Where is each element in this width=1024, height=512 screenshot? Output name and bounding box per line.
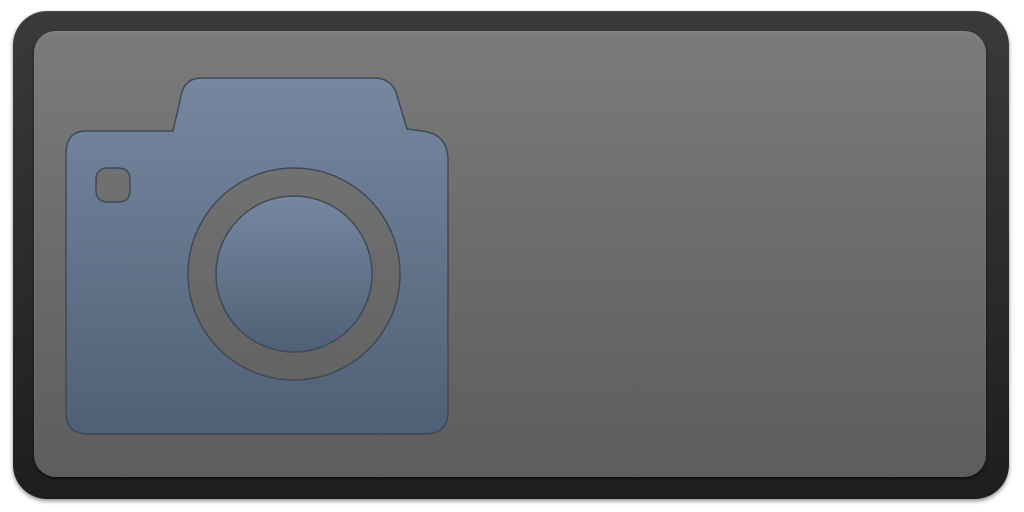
camera-icon [65,77,449,435]
camera-lens [215,195,373,353]
